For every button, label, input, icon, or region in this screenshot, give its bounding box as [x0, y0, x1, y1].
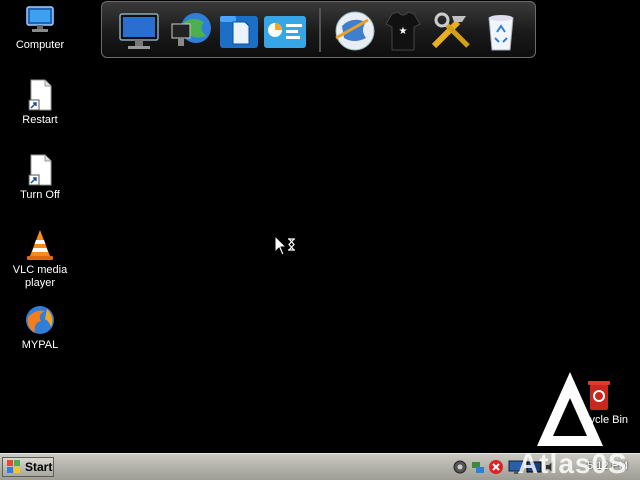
desktop-icon-computer[interactable]: Computer [5, 3, 75, 52]
network-globe-icon [171, 13, 211, 46]
desktop-icon-vlc[interactable]: VLC media player [5, 228, 75, 290]
desktop-icon-label: Turn Off [20, 189, 60, 201]
vlc-cone-icon [27, 230, 53, 260]
dock-separator [319, 8, 321, 52]
dock-item-control-panel[interactable] [262, 8, 308, 54]
start-label: Start [25, 460, 53, 474]
desktop-icon-label: Computer [15, 39, 65, 51]
shortcut-file-icon [28, 79, 52, 111]
desktop-icon-label: VLC media player [12, 264, 68, 289]
settings-icon[interactable] [452, 459, 468, 475]
start-button[interactable]: Start [2, 457, 54, 477]
dock-item-network[interactable] [168, 8, 214, 54]
desktop-icon-restart[interactable]: Restart [5, 78, 75, 127]
atlas-logo-icon [537, 372, 603, 446]
dock-item-documents[interactable] [216, 8, 262, 54]
browser-globe-icon [26, 306, 54, 334]
recycle-bin-icon [488, 15, 514, 51]
windows-flag-icon [7, 460, 20, 473]
network-icon[interactable] [470, 459, 486, 475]
dock-item-user[interactable]: ★ [380, 8, 426, 54]
atlas-watermark: Atlas0S [518, 448, 628, 479]
shortcut-file-icon [28, 154, 52, 186]
desktop-icon-label: Restart [22, 114, 58, 126]
dock-item-recycle-bin[interactable] [478, 8, 524, 54]
web-browser-globe-icon [335, 11, 375, 51]
user-shirt-icon: ★ [385, 11, 421, 51]
documents-icon [220, 16, 258, 48]
desktop-icon-turn-off[interactable]: Turn Off [5, 153, 75, 202]
dock-item-tools[interactable] [428, 8, 474, 54]
desktop-icon-label: MYPAL [21, 339, 59, 351]
tools-icon [431, 12, 470, 49]
monitor-icon [119, 13, 159, 49]
svg-text:★: ★ [399, 26, 408, 37]
close-icon[interactable] [488, 459, 504, 475]
desktop-icon-mypal[interactable]: MYPAL [5, 303, 75, 352]
quick-launch-dock: ★ [101, 1, 536, 58]
dock-item-computer[interactable] [116, 8, 162, 54]
dock-item-web-browser[interactable] [332, 8, 378, 54]
computer-icon [26, 6, 54, 32]
control-panel-icon [264, 16, 306, 48]
busy-cursor-icon [274, 235, 295, 256]
